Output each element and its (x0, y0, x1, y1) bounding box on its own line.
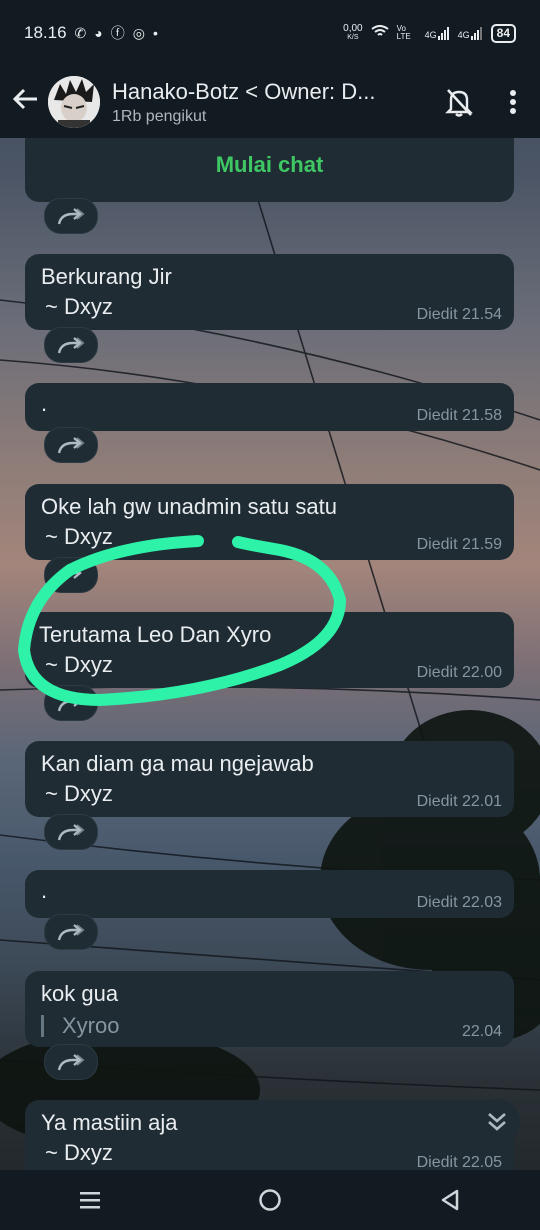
channel-avatar[interactable] (48, 76, 100, 128)
message-bubble[interactable]: Berkurang Jir ~ Dxyz Diedit 21.54 (25, 254, 514, 330)
start-chat-button[interactable]: Mulai chat (25, 152, 514, 178)
message-bubble[interactable]: Ya mastiin aja ~ Dxyz Diedit 22.05 (25, 1100, 514, 1171)
message-text: Ya mastiin aja (41, 1110, 178, 1135)
forward-icon (57, 567, 82, 584)
message-bubble[interactable]: . Diedit 22.03 (25, 870, 514, 918)
back-triangle-icon[interactable] (420, 1175, 480, 1225)
message-text: Terutama Leo Dan Xyro (39, 622, 272, 647)
message-time: 22.04 (461, 1023, 502, 1040)
message-bubble[interactable]: Terutama Leo Dan Xyro ~ Dxyz Diedit 22.0… (25, 612, 514, 688)
forward-icon (57, 695, 82, 712)
forward-button[interactable] (44, 557, 98, 593)
forward-button[interactable] (44, 914, 98, 950)
message-signature: ~ Dxyz (45, 294, 113, 319)
volte-label: Vo LTE (396, 24, 411, 41)
message-text: Oke lah gw unadmin satu satu (41, 494, 337, 519)
network-speed: 0,00 K/S (343, 23, 363, 42)
message-signature: ~ Dxyz (45, 1140, 113, 1165)
battery-indicator: 84 (490, 23, 516, 43)
start-chat-card: Mulai chat (25, 138, 514, 202)
status-bar: 18.16 ✆ ◕ ⓕ ◎ • 0,00 K/S Vo LTE 4G 4G 84 (0, 0, 540, 66)
double-chevron-down-icon (488, 1113, 506, 1131)
forward-icon (57, 824, 85, 841)
message-text: Kan diam ga mau ngejawab (41, 751, 314, 776)
message-bubble[interactable]: . Diedit 21.58 (25, 383, 514, 431)
mute-bell-icon[interactable] (432, 66, 486, 138)
message-bubble[interactable]: Kan diam ga mau ngejawab ~ Dxyz Diedit 2… (25, 741, 514, 817)
header-titles[interactable]: Hanako-Botz < Owner: D... 1Rb pengikut (112, 79, 432, 126)
message-edited-time: Diedit 22.03 (416, 894, 502, 911)
forward-button[interactable] (44, 427, 98, 463)
recent-apps-icon[interactable] (60, 1175, 120, 1225)
forward-button[interactable] (44, 327, 98, 363)
message-bubble[interactable]: Oke lah gw unadmin satu satu ~ Dxyz Died… (25, 484, 514, 560)
channel-header[interactable]: Hanako-Botz < Owner: D... 1Rb pengikut (0, 66, 540, 138)
message-text: Berkurang Jir (41, 264, 172, 289)
channel-name: Hanako-Botz < Owner: D... (112, 78, 376, 104)
message-bubble[interactable]: kok gua Xyroo 22.04 (25, 971, 514, 1047)
message-edited-time: Diedit 22.00 (416, 664, 502, 681)
more-notifications-dot-icon: • (152, 25, 158, 41)
message-text: . (41, 878, 48, 903)
facebook-icon: ⓕ (110, 25, 125, 41)
discord-icon: ◕ (94, 25, 103, 41)
forward-icon (57, 1054, 85, 1071)
message-edited-time: Diedit 22.01 (416, 793, 502, 810)
message-text: . (41, 391, 48, 416)
message-signature: ~ Dxyz (45, 652, 113, 677)
notification-icons: ✆ ◕ ⓕ ◎ • (75, 23, 158, 43)
forward-button[interactable] (44, 685, 98, 721)
message-text: kok gua (41, 981, 119, 1006)
forward-icon (57, 337, 85, 354)
message-edited-time: Diedit 21.54 (416, 306, 502, 323)
scroll-to-bottom-button[interactable] (474, 1099, 520, 1145)
system-nav-bar (0, 1170, 540, 1230)
forward-button[interactable] (44, 198, 98, 234)
wifi-icon (371, 24, 389, 42)
forward-icon (57, 924, 85, 941)
signal-2-icon: 4G (458, 26, 483, 40)
message-signature: ~ Dxyz (45, 524, 113, 549)
back-arrow-icon[interactable] (2, 85, 48, 119)
signal-1-icon: 4G (425, 26, 450, 40)
instagram-icon: ◎ (132, 24, 145, 41)
more-options-icon[interactable] (486, 66, 540, 138)
whatsapp-icon: ✆ (74, 24, 87, 41)
status-time: 18.16 (24, 23, 67, 42)
forward-icon (57, 208, 85, 225)
follower-count: 1Rb pengikut (112, 107, 207, 125)
forward-button[interactable] (44, 1044, 98, 1080)
message-signature: ~ Dxyz (45, 781, 113, 806)
home-icon[interactable] (240, 1175, 300, 1225)
quoted-reply: Xyroo (41, 1015, 119, 1037)
forward-icon (57, 437, 85, 454)
forward-button[interactable] (44, 814, 98, 850)
message-edited-time: Diedit 21.59 (416, 536, 502, 553)
message-edited-time: Diedit 21.58 (416, 407, 502, 424)
